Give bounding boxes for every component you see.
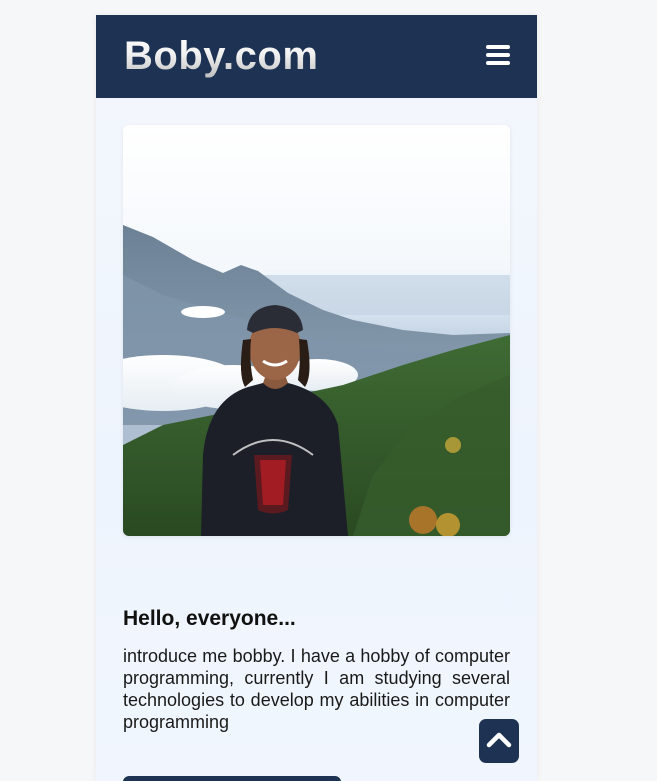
chevron-up-icon xyxy=(486,732,512,748)
profile-photo xyxy=(123,125,510,536)
menu-bar-bottom xyxy=(486,61,510,65)
menu-bar-middle xyxy=(486,53,510,57)
greeting-heading: Hello, everyone... xyxy=(123,607,296,630)
scroll-to-top-button[interactable] xyxy=(479,719,519,763)
brand-name: Boby xyxy=(124,34,224,78)
intro-paragraph: introduce me bobby. I have a hobby of co… xyxy=(123,646,510,732)
brand-logo[interactable]: Boby.com xyxy=(124,33,318,79)
hamburger-menu-icon[interactable] xyxy=(484,42,512,68)
partially-visible-button[interactable] xyxy=(123,776,341,781)
menu-bar-top xyxy=(486,45,510,49)
page-container: Boby.com Hello, everyone... introduce me… xyxy=(96,15,537,781)
navbar: Boby.com xyxy=(96,15,537,98)
brand-suffix: .com xyxy=(223,34,319,78)
